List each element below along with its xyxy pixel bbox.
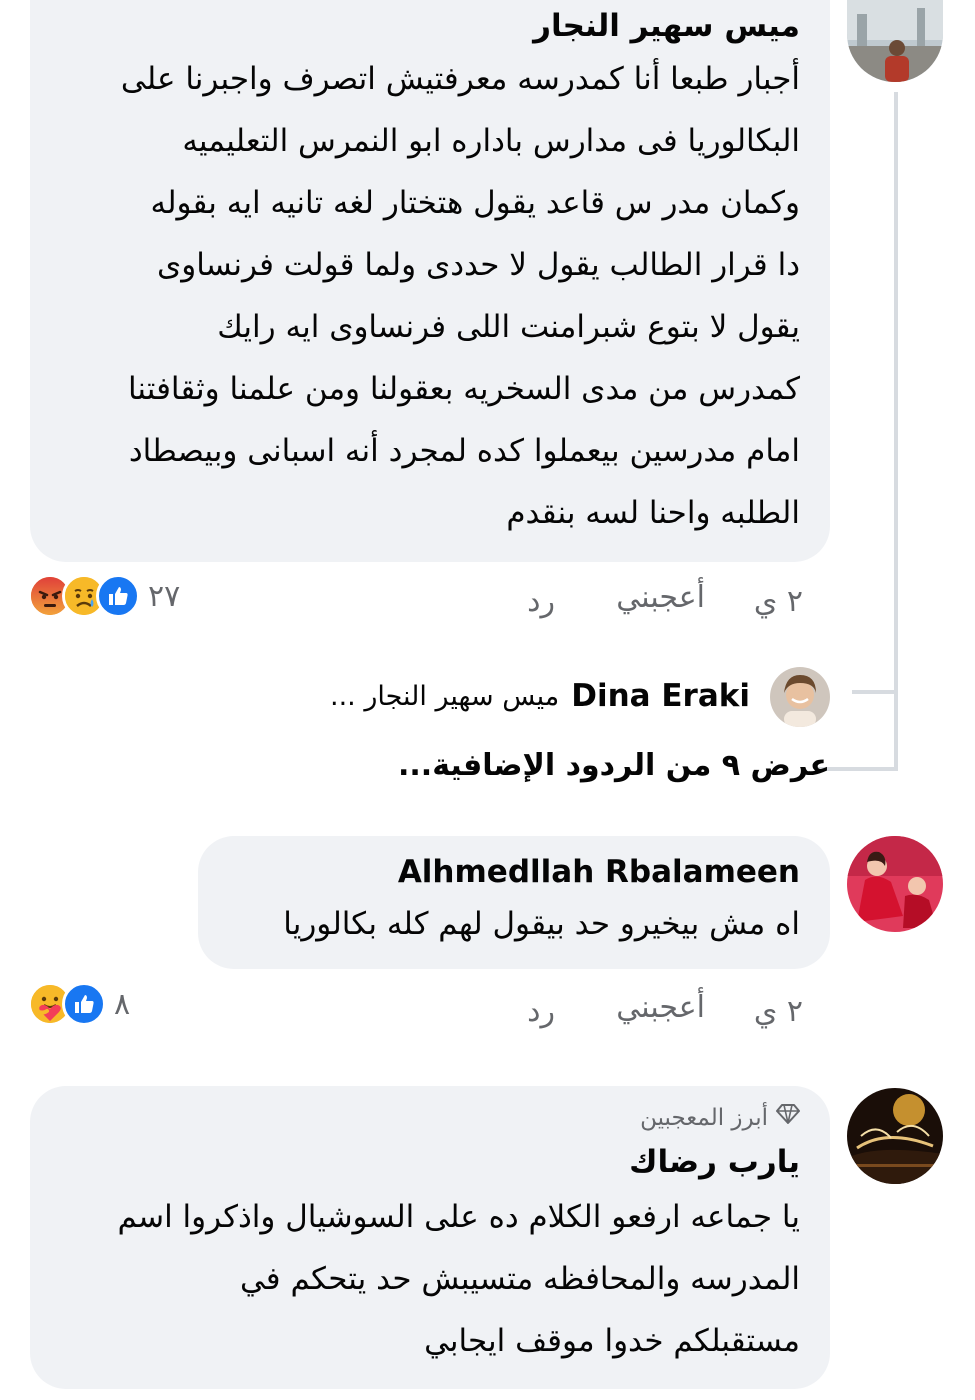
comment-text-line: كمدرس من مدى السخريه بعقولنا ومن علمنا و… — [127, 371, 800, 407]
reply-link[interactable]: رد — [527, 584, 555, 619]
comment-bubble[interactable]: أبرز المعجبين يارب رضاك يا جماعه ارفعو ا… — [30, 1086, 830, 1389]
comment-text-line: امام مدرسين بيعملوا كده لمجرد أنه اسبانى… — [128, 433, 800, 469]
view-more-replies-link[interactable]: عرض ٩ من الردود الإضافية... — [398, 748, 830, 783]
comment-text-line: مستقبلكم خدوا موقف ايجابي — [424, 1323, 800, 1359]
comment-author[interactable]: ميس سهير النجار — [30, 6, 800, 46]
comment-text: أجبار طبعا أنا كمدرسه معرفتيش اتصرف واجب… — [30, 48, 800, 544]
comment-bubble[interactable]: ميس سهير النجار أجبار طبعا أنا كمدرسه مع… — [30, 0, 830, 562]
reaction-count: ٨ — [114, 986, 131, 1022]
top-fan-badge: أبرز المعجبين — [30, 1102, 800, 1134]
reaction-count: ٢٧ — [148, 578, 181, 614]
reaction-summary[interactable]: ٢٧ — [28, 574, 181, 618]
comment-text: يا جماعه ارفعو الكلام ده على السوشيال وا… — [30, 1186, 800, 1372]
comment-text-line: أجبار طبعا أنا كمدرسه معرفتيش اتصرف واجب… — [120, 61, 800, 97]
thread-branch-line — [852, 690, 898, 694]
comment-bubble[interactable]: Alhmedllah Rbalameen اه مش بيخيرو حد بيق… — [198, 836, 830, 969]
comment-text-line: وكمان مدر س قاعد يقول هتختار لغه تانيه ا… — [150, 185, 800, 221]
thread-line — [894, 92, 898, 768]
diamond-icon — [776, 1102, 800, 1134]
comment-text-line: اه مش بيخيرو حد بيقول لهم كله بكالوريا — [283, 906, 800, 942]
reply-preview[interactable]: Dina Eraki ميس سهير النجار ... — [330, 678, 750, 714]
comment-text: اه مش بيخيرو حد بيقول لهم كله بكالوريا — [198, 894, 800, 954]
avatar[interactable] — [770, 667, 830, 727]
comment-author[interactable]: Alhmedllah Rbalameen — [198, 850, 800, 894]
reply-link[interactable]: رد — [527, 994, 555, 1029]
like-link[interactable]: أعجبني — [616, 580, 705, 615]
avatar[interactable] — [847, 1088, 943, 1184]
comment-text-line: يقول لا بتوع شبرامنت اللى فرنساوى ايه را… — [217, 309, 800, 345]
comment-text-line: دا قرار الطالب يقول لا حددى ولما قولت فر… — [157, 247, 800, 283]
comment-text-line: يا جماعه ارفعو الكلام ده على السوشيال وا… — [117, 1199, 800, 1235]
comment-timestamp[interactable]: ٢ ي — [754, 994, 803, 1029]
comment-text-line: البكالوريا فى مدارس باداره ابو النمرس ال… — [182, 123, 800, 159]
avatar[interactable] — [847, 0, 943, 82]
comment-timestamp[interactable]: ٢ ي — [754, 584, 803, 619]
reply-snippet: ميس سهير النجار ... — [330, 680, 560, 712]
comment-text-line: الطلبه واحنا لسه بنقدم — [506, 495, 800, 531]
like-icon — [96, 574, 140, 618]
comment-author[interactable]: يارب رضاك — [30, 1138, 800, 1186]
reaction-summary[interactable]: ٨ — [28, 982, 131, 1026]
thread-branch-line — [818, 767, 898, 771]
avatar[interactable] — [847, 836, 943, 932]
reply-author[interactable]: Dina Eraki — [571, 678, 750, 714]
like-icon — [62, 982, 106, 1026]
comment-text-line: المدرسه والمحافظه متسيبش حد يتحكم في — [239, 1261, 800, 1297]
badge-label: أبرز المعجبين — [640, 1105, 768, 1131]
like-link[interactable]: أعجبني — [616, 990, 705, 1025]
